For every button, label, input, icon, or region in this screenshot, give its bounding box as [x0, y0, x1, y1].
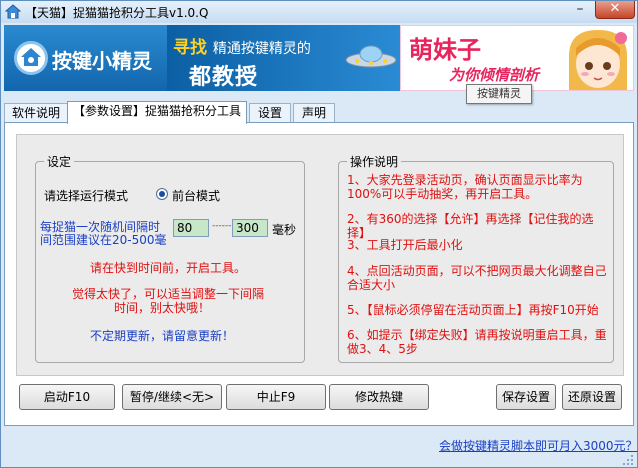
range-separator: ------ [212, 221, 232, 231]
cartoon-girl-icon [569, 30, 627, 90]
restore-settings-button[interactable]: 还原设置 [562, 384, 622, 410]
close-button[interactable]: ✕ [595, 1, 635, 19]
instructions-legend: 操作说明 [347, 153, 402, 170]
interval-min-input[interactable] [173, 219, 209, 237]
app-icon [5, 4, 21, 19]
instruction-item: 5、【鼠标必须停留在活动页面上】再按F10开始 [347, 303, 599, 317]
run-mode-label: 请选择运行模式 [44, 189, 129, 203]
footer-link[interactable]: 会做按键精灵脚本即可月入3000元？ [439, 437, 638, 454]
unit-label: 毫秒 [272, 223, 297, 237]
ad1-sub: 精通按键精灵的 [212, 41, 311, 57]
main-window: 【天猫】捉猫猫抢积分工具v1.0.Q – ✕ 按键小精灵 寻找 精通按键精灵的 … [0, 0, 638, 468]
instructions-group: 操作说明 1、大家先登录活动页，确认页面显示比率为100%可以手动抽奖，再开启工… [338, 153, 614, 363]
logo[interactable]: 按键小精灵 [4, 25, 167, 91]
tab-statement[interactable]: 声明 [293, 103, 335, 123]
window-title: 【天猫】捉猫猫抢积分工具v1.0.Q [25, 6, 209, 20]
foreground-mode-label[interactable]: 前台模式 [172, 187, 220, 204]
instruction-item: 1、大家先登录活动页，确认页面显示比率为100%可以手动抽奖，再开启工具。 [347, 173, 583, 201]
interval-max-input[interactable] [232, 219, 268, 237]
banner: 按键小精灵 寻找 精通按键精灵的 都教授 萌妹子 为你倾情剖析 [4, 25, 634, 91]
ad2-sub: 为你倾情剖析 [449, 66, 540, 84]
tab-software-info[interactable]: 软件说明 [4, 103, 68, 123]
minimize-button[interactable]: – [567, 1, 593, 19]
instruction-item: 2、有360的选择【允许】再选择【记住我的选择】 [347, 212, 594, 240]
logo-text: 按键小精灵 [52, 49, 152, 73]
ad-banner-professor[interactable]: 寻找 精通按键精灵的 都教授 [167, 25, 400, 91]
foreground-mode-radio[interactable] [156, 188, 168, 200]
save-settings-button[interactable]: 保存设置 [496, 384, 556, 410]
interval-label-line2: 间范围建议在20-500毫 [40, 233, 167, 247]
instruction-item: 4、点回活动页面，可以不把网页最大化调整自己合适大小 [347, 264, 607, 292]
ad2-title: 萌妹子 [409, 36, 481, 64]
ad-banner-girl[interactable]: 萌妹子 为你倾情剖析 [400, 25, 634, 91]
tooltip: 按键精灵 [466, 84, 532, 104]
instruction-item: 6、如提示【绑定失败】请再按说明重启工具，重做3、4、5步 [347, 328, 607, 356]
instruction-item: 3、工具打开后最小化 [347, 238, 463, 252]
ad1-big-text: 都教授 [189, 65, 259, 90]
stop-button[interactable]: 中止F9 [226, 384, 326, 410]
notice-too-fast-line2: 时间，别太快哦！ [114, 301, 211, 315]
pause-button[interactable]: 暂停/继续<无> [122, 384, 222, 410]
tab-settings[interactable]: 设置 [249, 103, 291, 123]
ufo-icon [345, 45, 397, 68]
settings-group: 设定 请选择运行模式 前台模式 每捉猫一次随机间隔时 间范围建议在20-500毫… [35, 153, 305, 363]
settings-legend: 设定 [44, 153, 75, 170]
notice-start-early: 请在快到时间前，开启工具。 [90, 261, 247, 275]
tab-content: 设定 请选择运行模式 前台模式 每捉猫一次随机间隔时 间范围建议在20-500毫… [4, 122, 634, 426]
start-button[interactable]: 启动F10 [19, 384, 115, 410]
logo-house-icon [14, 41, 48, 75]
tab-parameter-settings[interactable]: 【参数设置】捉猫猫抢积分工具 [67, 101, 247, 124]
tab-bar: 软件说明 【参数设置】捉猫猫抢积分工具 设置 声明 [4, 101, 634, 124]
title-bar[interactable]: 【天猫】捉猫猫抢积分工具v1.0.Q – ✕ [1, 1, 637, 23]
hotkey-button[interactable]: 修改热键 [329, 384, 429, 410]
notice-update: 不定期更新，请留意更新！ [90, 329, 235, 343]
ad1-highlight: 寻找 [173, 38, 207, 58]
resize-grip-icon[interactable] [621, 453, 635, 467]
